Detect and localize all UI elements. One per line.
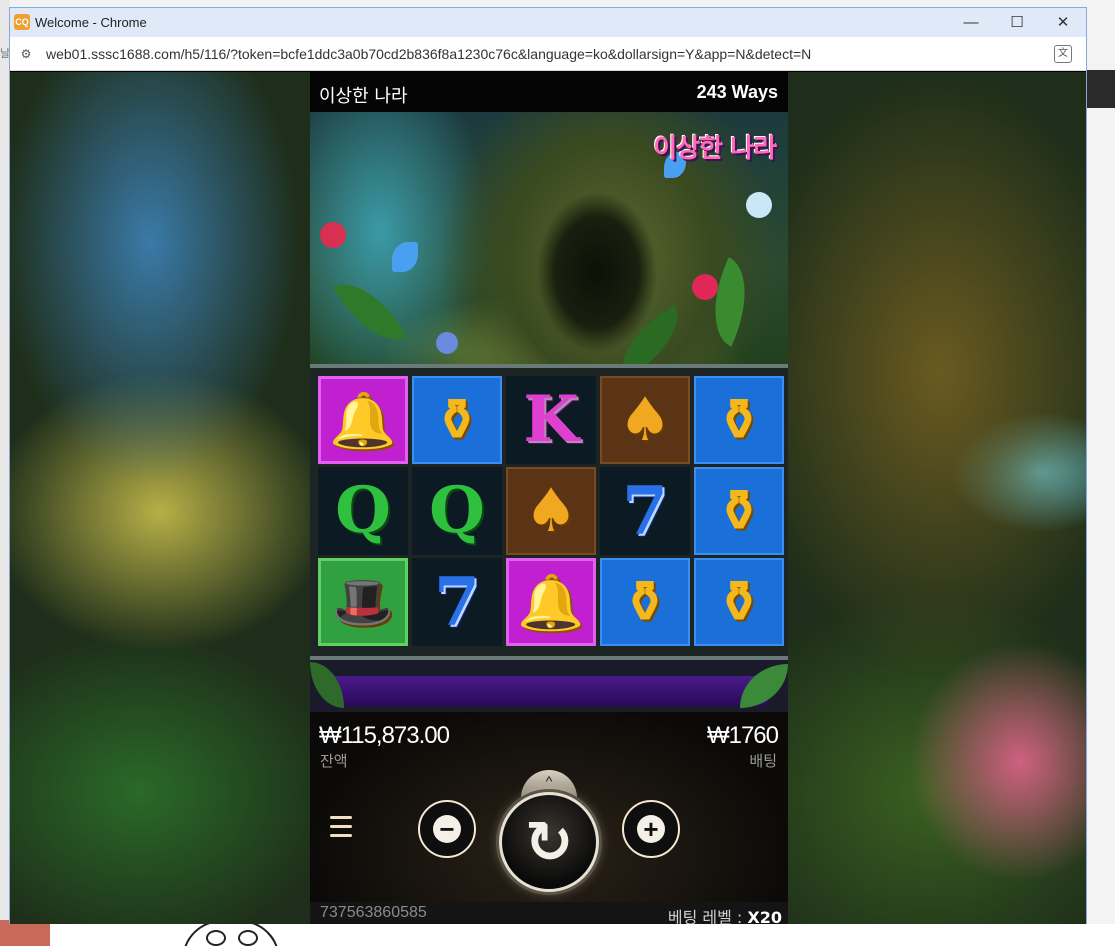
plus-icon: +	[637, 815, 665, 843]
reel-symbol-hat: 🎩	[318, 558, 408, 646]
reel-column: ⚱ ⚱ ⚱	[694, 376, 784, 646]
increase-bet-button[interactable]: +	[622, 800, 680, 858]
symbol-glyph: 7	[434, 563, 480, 641]
symbol-glyph: 🎩	[331, 572, 395, 631]
reel-symbol-bell: 🔔	[318, 376, 408, 464]
symbol-glyph: 🔔	[329, 388, 397, 452]
desktop-fragment	[1086, 70, 1115, 108]
control-panel: ₩115,873.00 잔액 ₩1760 배팅 − ^ ↻ +	[310, 712, 788, 912]
reel-symbol-vase: ⚱	[412, 376, 502, 464]
spin-button[interactable]: ↻	[499, 792, 599, 892]
symbol-glyph: ⚱	[715, 387, 763, 453]
leaf-decoration	[694, 257, 766, 347]
bet-level: 베팅 레벨 : X20	[668, 904, 782, 924]
close-button[interactable]: ✕	[1040, 11, 1086, 35]
flower-decoration	[320, 222, 346, 248]
url-text[interactable]: web01.sssc1688.com/h5/116/?token=bcfe1dd…	[46, 46, 811, 62]
flower-decoration	[436, 332, 458, 354]
site-info-icon[interactable]: ⚙	[18, 46, 34, 62]
translate-icon[interactable]: 文	[1054, 45, 1072, 63]
reel-symbol-spade: ♠	[506, 467, 596, 555]
reel-column: 🔔 Q 🎩	[318, 376, 408, 646]
minimize-button[interactable]: —	[948, 11, 994, 35]
symbol-glyph: ⚱	[715, 569, 763, 635]
page-viewport: 이상한 나라 243 Ways 이상한 나라 🔔 Q 🎩 ⚱ Q 7 K ♠ 🔔 ♠ 7 ⚱ ⚱ ⚱ ⚱	[10, 72, 1086, 924]
game-footer: 737563860585 베팅 레벨 : X20	[310, 902, 788, 924]
bet-level-value: X20	[747, 908, 782, 924]
maximize-button[interactable]: ☐	[994, 11, 1040, 35]
bet-value: ₩1760	[706, 722, 779, 749]
flower-decoration	[692, 274, 718, 300]
title-bar[interactable]: CQ Welcome - Chrome — ☐ ✕	[10, 8, 1086, 37]
message-bar	[330, 676, 768, 706]
game-scene: 이상한 나라	[310, 112, 788, 364]
reel-symbol-vase: ⚱	[694, 376, 784, 464]
symbol-glyph: 🔔	[517, 570, 585, 634]
symbol-glyph: ♠	[524, 476, 578, 546]
reel-symbol-vase: ⚱	[694, 558, 784, 646]
browser-window: CQ Welcome - Chrome — ☐ ✕ ⚙ web01.sssc16…	[9, 7, 1087, 924]
reel-grid[interactable]: 🔔 Q 🎩 ⚱ Q 7 K ♠ 🔔 ♠ 7 ⚱ ⚱ ⚱ ⚱	[310, 364, 788, 660]
spin-icon: ↻	[524, 808, 574, 876]
game-title: 이상한 나라	[319, 86, 408, 107]
leaf-decoration	[605, 304, 695, 364]
address-bar[interactable]: ⚙ web01.sssc1688.com/h5/116/?token=bcfe1…	[10, 37, 1086, 71]
bet-level-label: 베팅 레벨 :	[667, 908, 743, 924]
reel-column: K ♠ 🔔	[506, 376, 596, 646]
balance-label: 잔액	[320, 752, 348, 770]
symbol-glyph: ⚱	[621, 569, 669, 635]
bet-label: 배팅	[749, 752, 777, 770]
flower-decoration	[746, 192, 772, 218]
reel-symbol-vase: ⚱	[694, 467, 784, 555]
leaf-decoration	[332, 267, 408, 357]
chevron-up-icon[interactable]: ^	[538, 774, 560, 788]
game-top-bar: 이상한 나라 243 Ways	[310, 72, 788, 112]
symbol-glyph: ⚱	[715, 478, 763, 544]
reel-symbol-k: K	[506, 376, 596, 464]
butterfly-decoration	[392, 242, 418, 272]
reel-symbol-bell: 🔔	[506, 558, 596, 646]
reel-symbol-spade: ♠	[600, 376, 690, 464]
slot-game: 이상한 나라 243 Ways 이상한 나라 🔔 Q 🎩 ⚱ Q 7 K ♠ 🔔 ♠ 7 ⚱ ⚱ ⚱ ⚱	[310, 72, 788, 924]
symbol-glyph: ♠	[618, 385, 672, 455]
minus-icon: −	[433, 815, 461, 843]
symbol-glyph: ⚱	[433, 387, 481, 453]
ways-count: 243 Ways	[696, 82, 778, 102]
balance-value: ₩115,873.00	[319, 722, 450, 749]
window-title: Welcome - Chrome	[35, 15, 147, 30]
symbol-glyph: K	[523, 382, 579, 457]
symbol-glyph: Q	[429, 473, 485, 548]
decrease-bet-button[interactable]: −	[418, 800, 476, 858]
round-id: 737563860585	[320, 904, 427, 921]
reel-column: ♠ 7 ⚱	[600, 376, 690, 646]
reel-symbol-q: Q	[412, 467, 502, 555]
menu-icon[interactable]	[330, 816, 354, 838]
game-logo: 이상한 나라	[653, 134, 777, 164]
reel-symbol-seven: 7	[600, 467, 690, 555]
symbol-glyph: 7	[622, 472, 668, 550]
symbol-glyph: Q	[335, 473, 391, 548]
reel-column: ⚱ Q 7	[412, 376, 502, 646]
reel-symbol-q: Q	[318, 467, 408, 555]
reel-symbol-seven: 7	[412, 558, 502, 646]
app-icon: CQ	[14, 14, 30, 30]
reel-symbol-vase: ⚱	[600, 558, 690, 646]
